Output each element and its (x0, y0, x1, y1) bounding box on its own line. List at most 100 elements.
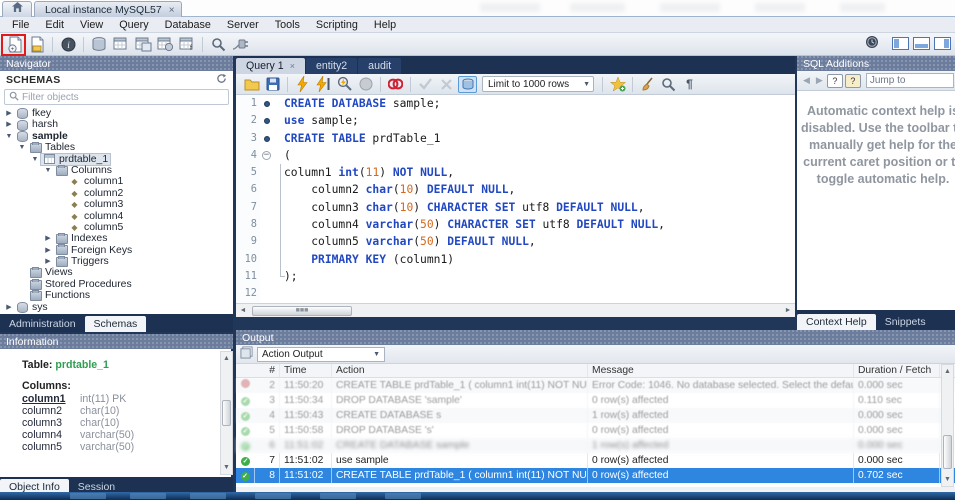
navigator-tab-administration[interactable]: Administration (0, 316, 85, 332)
expanded-arrow-icon[interactable]: ▼ (4, 131, 14, 142)
explain-icon[interactable] (335, 76, 354, 93)
tree-item-triggers[interactable]: ▶Triggers (0, 256, 233, 267)
windows-taskbar[interactable] (0, 492, 955, 500)
tree-item-column4[interactable]: ◆column4 (0, 211, 233, 222)
refresh-schemas-icon[interactable] (216, 73, 227, 87)
tree-item-harsh[interactable]: ▶harsh (0, 119, 233, 130)
tree-item-foreign-keys[interactable]: ▶Foreign Keys (0, 245, 233, 256)
information-scrollbar[interactable]: ▲▼ (220, 351, 233, 475)
output-view-dropdown[interactable]: Action Output▼ (257, 347, 385, 362)
commit-icon[interactable] (416, 76, 435, 93)
tree-item-tables[interactable]: ▼Tables (0, 142, 233, 153)
menu-file[interactable]: File (4, 18, 37, 32)
toggle-left-sidebar-icon[interactable] (892, 37, 909, 50)
sql-additions-tab-snippets[interactable]: Snippets (876, 314, 935, 330)
tree-item-views[interactable]: Views (0, 267, 233, 278)
find-panel-icon[interactable] (659, 76, 678, 93)
toggle-autocommit-icon[interactable] (458, 76, 477, 93)
search-data-icon[interactable] (208, 35, 228, 53)
menu-view[interactable]: View (72, 18, 111, 32)
menu-tools[interactable]: Tools (267, 18, 308, 32)
query-tab-query-1[interactable]: Query 1× (236, 58, 305, 74)
tree-item-sample[interactable]: ▼sample (0, 131, 233, 142)
create-table-icon[interactable] (111, 35, 131, 53)
new-snippet-icon[interactable] (608, 76, 627, 93)
taskbar-app[interactable] (255, 493, 291, 499)
query-tab-audit[interactable]: audit (358, 58, 401, 74)
navigator-tab-schemas[interactable]: Schemas (85, 316, 147, 332)
execute-current-icon[interactable] (314, 76, 333, 93)
tree-item-prdtable_1[interactable]: ▼prdtable_1 (0, 154, 233, 165)
close-tab-icon[interactable]: × (169, 5, 175, 16)
taskbar-app[interactable] (130, 493, 166, 499)
toggle-invisibles-icon[interactable]: ¶ (680, 76, 699, 93)
output-row-8[interactable]: ✓811:51:02CREATE TABLE prdTable_1 ( colu… (236, 468, 955, 483)
tree-item-column3[interactable]: ◆column3 (0, 199, 233, 210)
back-arrow-icon[interactable]: ◀ (803, 75, 810, 86)
editor-hscrollbar[interactable]: ◄■■■► (236, 303, 795, 317)
tree-item-stored-procedures[interactable]: Stored Procedures (0, 279, 233, 290)
tree-item-column5[interactable]: ◆column5 (0, 222, 233, 233)
toggle-output-area-icon[interactable] (913, 37, 930, 50)
save-script-icon[interactable] (263, 76, 282, 93)
context-help-icon[interactable]: ? (827, 74, 843, 88)
open-sql-script-icon[interactable] (27, 35, 47, 53)
query-tab-entity2[interactable]: entity2 (306, 58, 357, 74)
taskbar-app[interactable] (190, 493, 226, 499)
tree-item-sys[interactable]: ▶sys (0, 302, 233, 313)
sql-editor[interactable]: 1CREATE DATABASE sample;2use sample;3CRE… (236, 95, 795, 303)
collapsed-arrow-icon[interactable]: ▶ (43, 233, 53, 244)
output-row-3[interactable]: ✓311:50:34DROP DATABASE 'sample'0 row(s)… (236, 393, 955, 408)
forward-arrow-icon[interactable]: ▶ (816, 75, 823, 86)
row-limit-dropdown[interactable]: Limit to 1000 rows▼ (482, 76, 594, 92)
beautify-icon[interactable] (638, 76, 657, 93)
jump-to-input[interactable] (866, 73, 954, 88)
tree-item-column2[interactable]: ◆column2 (0, 188, 233, 199)
sql-additions-tab-context-help[interactable]: Context Help (797, 314, 876, 330)
collapsed-arrow-icon[interactable]: ▶ (4, 108, 14, 119)
output-row-7[interactable]: ✓711:51:02use sample0 row(s) affected0.0… (236, 453, 955, 468)
expanded-arrow-icon[interactable]: ▼ (30, 154, 40, 165)
close-tab-icon[interactable]: × (290, 61, 295, 71)
auto-context-help-icon[interactable]: ? (845, 74, 861, 88)
create-schema-icon[interactable] (89, 35, 109, 53)
menu-query[interactable]: Query (111, 18, 156, 32)
filter-objects-input[interactable] (22, 92, 212, 103)
collapsed-arrow-icon[interactable]: ▶ (4, 119, 14, 130)
create-function-icon[interactable]: f (177, 35, 197, 53)
taskbar-app[interactable] (385, 493, 421, 499)
output-row-2[interactable]: 211:50:20CREATE TABLE prdTable_1 ( colum… (236, 378, 955, 393)
tree-item-fkey[interactable]: ▶fkey (0, 108, 233, 119)
taskbar-app[interactable] (70, 493, 106, 499)
collapsed-arrow-icon[interactable]: ▶ (43, 256, 53, 267)
output-row-4[interactable]: ✓411:50:43CREATE DATABASE s1 row(s) affe… (236, 408, 955, 423)
stop-query-icon[interactable] (356, 76, 375, 93)
tree-item-indexes[interactable]: ▶Indexes (0, 233, 233, 244)
collapsed-arrow-icon[interactable]: ▶ (4, 302, 14, 313)
collapsed-arrow-icon[interactable]: ▶ (43, 245, 53, 256)
menu-database[interactable]: Database (157, 18, 219, 32)
inspector-icon[interactable]: i (58, 35, 78, 53)
home-tab[interactable] (2, 1, 32, 17)
connection-tab[interactable]: Local instance MySQL57× (34, 1, 182, 17)
rollback-icon[interactable] (437, 76, 456, 93)
toggle-right-sidebar-icon[interactable] (934, 37, 951, 50)
toggle-stop-on-error-icon[interactable] (386, 76, 405, 93)
tree-item-column1[interactable]: ◆column1 (0, 176, 233, 187)
menu-server[interactable]: Server (219, 18, 267, 32)
create-view-icon[interactable] (133, 35, 153, 53)
menu-help[interactable]: Help (366, 18, 404, 32)
tree-item-functions[interactable]: Functions (0, 290, 233, 301)
output-scrollbar[interactable]: ▲▼ (941, 364, 954, 487)
menu-scripting[interactable]: Scripting (308, 18, 366, 32)
create-procedure-icon[interactable] (155, 35, 175, 53)
taskbar-app[interactable] (320, 493, 356, 499)
expanded-arrow-icon[interactable]: ▼ (43, 165, 53, 176)
fold-toggle-icon[interactable]: − (260, 147, 274, 164)
execute-icon[interactable] (293, 76, 312, 93)
reconnect-icon[interactable] (230, 35, 250, 53)
tree-item-columns[interactable]: ▼Columns (0, 165, 233, 176)
output-row-5[interactable]: ✓511:50:58DROP DATABASE 's'0 row(s) affe… (236, 423, 955, 438)
open-file-icon[interactable] (242, 76, 261, 93)
menu-edit[interactable]: Edit (37, 18, 72, 32)
